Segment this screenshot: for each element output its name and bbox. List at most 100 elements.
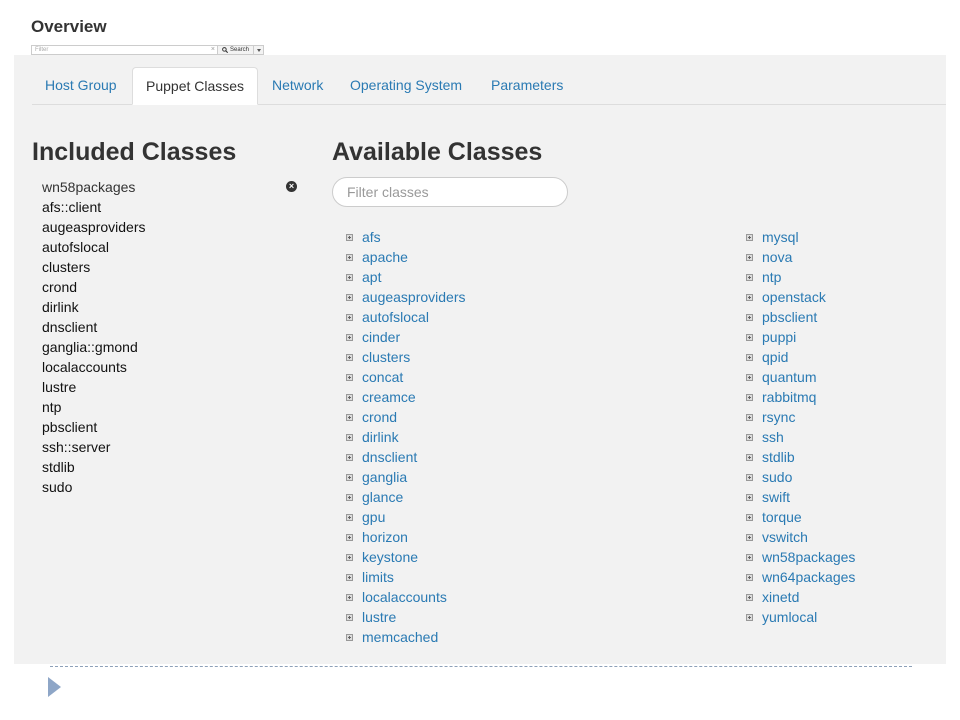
available-class-item[interactable]: xinetd (746, 587, 855, 607)
available-class-item[interactable]: stdlib (746, 447, 855, 467)
available-class-item[interactable]: crond (346, 407, 466, 427)
plus-box-icon (746, 593, 753, 601)
available-class-item[interactable]: memcached (346, 627, 466, 647)
available-class-label: openstack (762, 289, 826, 305)
plus-box-icon (746, 553, 753, 561)
plus-box-icon (346, 313, 353, 321)
included-class-label: ssh::server (42, 439, 111, 455)
filter-classes-input[interactable] (332, 177, 568, 207)
available-class-item[interactable]: rabbitmq (746, 387, 855, 407)
available-class-item[interactable]: puppi (746, 327, 855, 347)
available-class-item[interactable]: wn58packages (746, 547, 855, 567)
available-class-item[interactable]: autofslocal (346, 307, 466, 327)
included-class-label: sudo (42, 479, 73, 495)
available-class-item[interactable]: dnsclient (346, 447, 466, 467)
caret-down-icon (256, 48, 261, 52)
plus-box-icon (746, 433, 753, 441)
available-classes-column-1: afs apache apt augeasproviders autofslocal ci… (346, 227, 466, 647)
included-class-label: stdlib (42, 459, 75, 475)
divider (50, 666, 912, 667)
filter-input[interactable]: Filter × (31, 45, 218, 55)
plus-box-icon (346, 593, 353, 601)
included-class-item: stdlib (42, 457, 292, 477)
available-class-item[interactable]: afs (346, 227, 466, 247)
available-class-item[interactable]: concat (346, 367, 466, 387)
available-class-item[interactable]: nova (746, 247, 855, 267)
available-class-item[interactable]: yumlocal (746, 607, 855, 627)
available-class-item[interactable]: gpu (346, 507, 466, 527)
available-class-label: nova (762, 249, 793, 265)
tab-operating-system[interactable]: Operating System (337, 67, 475, 104)
available-class-item[interactable]: apt (346, 267, 466, 287)
available-class-label: xinetd (762, 589, 800, 605)
available-class-item[interactable]: keystone (346, 547, 466, 567)
available-class-label: wn58packages (762, 549, 856, 565)
available-class-item[interactable]: creamce (346, 387, 466, 407)
plus-box-icon (346, 573, 353, 581)
available-class-item[interactable]: sudo (746, 467, 855, 487)
page-title: Overview (31, 17, 107, 36)
available-class-label: autofslocal (362, 309, 429, 325)
available-class-item[interactable]: limits (346, 567, 466, 587)
included-classes-list: wn58packages × afs::client augeasproviders a… (42, 177, 297, 497)
top-search-bar: Filter × Search (31, 45, 265, 55)
plus-box-icon (746, 393, 753, 401)
available-class-item[interactable]: cinder (346, 327, 466, 347)
search-dropdown-toggle[interactable] (254, 45, 265, 55)
available-class-label: localaccounts (362, 589, 447, 605)
plus-box-icon (746, 533, 753, 541)
available-class-label: sudo (762, 469, 793, 485)
available-class-item[interactable]: rsync (746, 407, 855, 427)
included-classes-heading: Included Classes (32, 138, 237, 166)
available-class-item[interactable]: ganglia (346, 467, 466, 487)
available-class-item[interactable]: ssh (746, 427, 855, 447)
tab-host-group[interactable]: Host Group (32, 67, 130, 104)
included-class-label: afs::client (42, 199, 102, 215)
available-class-item[interactable]: clusters (346, 347, 466, 367)
plus-box-icon (346, 493, 353, 501)
available-class-label: apt (362, 269, 382, 285)
available-class-item[interactable]: torque (746, 507, 855, 527)
included-class-item: sudo (42, 477, 292, 497)
tab-network[interactable]: Network (259, 67, 336, 104)
available-class-item[interactable]: glance (346, 487, 466, 507)
available-class-item[interactable]: apache (346, 247, 466, 267)
included-class-label: ganglia::gmond (42, 339, 138, 355)
available-class-item[interactable]: quantum (746, 367, 855, 387)
available-class-item[interactable]: swift (746, 487, 855, 507)
available-class-item[interactable]: pbsclient (746, 307, 855, 327)
plus-box-icon (746, 453, 753, 461)
search-button[interactable]: Search (218, 45, 255, 55)
available-class-label: glance (362, 489, 404, 505)
tab-parameters[interactable]: Parameters (478, 67, 576, 104)
available-class-label: qpid (762, 349, 789, 365)
included-class-item: lustre (42, 377, 292, 397)
available-class-label: keystone (362, 549, 419, 565)
available-class-label: stdlib (762, 449, 795, 465)
remove-icon[interactable]: × (286, 181, 297, 192)
available-class-label: wn64packages (762, 569, 856, 585)
available-class-item[interactable]: qpid (746, 347, 855, 367)
available-class-label: cinder (362, 329, 401, 345)
available-class-item[interactable]: mysql (746, 227, 855, 247)
included-class-label: wn58packages (42, 179, 136, 195)
plus-box-icon (746, 253, 753, 261)
available-class-item[interactable]: lustre (346, 607, 466, 627)
available-class-item[interactable]: openstack (746, 287, 855, 307)
available-class-item[interactable]: horizon (346, 527, 466, 547)
plus-box-icon (346, 553, 353, 561)
plus-box-icon (346, 273, 353, 281)
available-class-label: creamce (362, 389, 416, 405)
available-class-item[interactable]: localaccounts (346, 587, 466, 607)
clear-icon[interactable]: × (211, 46, 215, 54)
included-class-label: augeasproviders (42, 219, 146, 235)
available-class-label: torque (762, 509, 802, 525)
plus-box-icon (746, 313, 753, 321)
included-class-item: dnsclient (42, 317, 292, 337)
available-class-item[interactable]: wn64packages (746, 567, 855, 587)
available-class-item[interactable]: dirlink (346, 427, 466, 447)
tab-puppet-classes[interactable]: Puppet Classes (132, 67, 259, 105)
available-class-item[interactable]: vswitch (746, 527, 855, 547)
available-class-item[interactable]: augeasproviders (346, 287, 466, 307)
available-class-item[interactable]: ntp (746, 267, 855, 287)
